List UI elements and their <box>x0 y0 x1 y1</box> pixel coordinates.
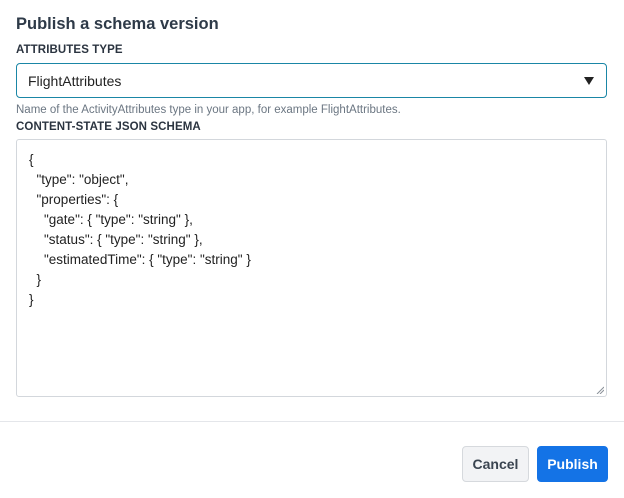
schema-textarea[interactable]: { "type": "object", "properties": { "gat… <box>16 139 607 397</box>
schema-label: CONTENT-STATE JSON SCHEMA <box>16 121 201 133</box>
schema-line: } <box>29 272 42 287</box>
schema-line: "gate": { "type": "string" }, <box>29 212 193 227</box>
schema-line: "type": "object", <box>29 172 129 187</box>
attributes-type-label: ATTRIBUTES TYPE <box>16 44 123 56</box>
schema-line: "properties": { <box>29 192 119 207</box>
schema-line: "estimatedTime": { "type": "string" } <box>29 252 251 267</box>
schema-line: { <box>29 152 34 167</box>
schema-line: } <box>29 292 34 307</box>
attributes-type-select[interactable]: FlightAttributes <box>16 63 607 98</box>
cancel-button[interactable]: Cancel <box>462 446 529 482</box>
resize-grip-icon[interactable] <box>596 386 604 394</box>
attributes-type-value: FlightAttributes <box>28 73 122 89</box>
publish-button[interactable]: Publish <box>537 446 608 482</box>
chevron-down-icon <box>584 77 594 85</box>
attributes-type-help: Name of the ActivityAttributes type in y… <box>16 104 401 116</box>
dialog-title: Publish a schema version <box>16 15 219 33</box>
schema-line: "status": { "type": "string" }, <box>29 232 203 247</box>
footer-divider <box>0 421 624 422</box>
publish-schema-dialog: Publish a schema version ATTRIBUTES TYPE… <box>0 0 624 498</box>
